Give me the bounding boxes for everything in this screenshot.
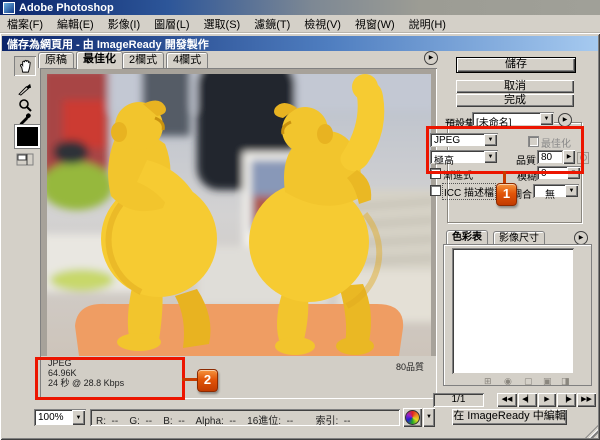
dialog-title: 儲存為網頁用 - 由 ImageReady 開發製作 [2,36,209,52]
chevron-down-icon[interactable]: ▼ [72,410,85,425]
frame-indicator: 1/1 [433,393,484,407]
last-frame-button[interactable]: ▶▶ [577,393,596,407]
menu-help[interactable]: 說明(H) [402,16,453,32]
color-table-area[interactable] [452,248,574,374]
delete-color-icon[interactable]: ◨ [561,376,570,387]
slices-visibility-icon [16,153,34,166]
tab-optimized[interactable]: 最佳化 [76,51,123,69]
menu-select[interactable]: 選取(S) [197,16,248,32]
menu-image[interactable]: 影像(I) [101,16,147,32]
panel-menu-arrow-icon: ▶ [579,235,584,241]
tab-original[interactable]: 原稿 [38,52,74,68]
browser-select-icon[interactable]: ▼ [423,408,435,427]
menu-edit[interactable]: 編輯(E) [50,16,101,32]
chevron-down-icon[interactable]: ▼ [565,185,578,197]
photoshop-app-icon [3,2,15,14]
edit-in-imageready-button[interactable]: 在 ImageReady 中編輯 [452,409,567,425]
highlight-box-2 [35,357,185,400]
preset-select[interactable]: [未命名] ▼ [472,112,554,126]
tab-color-table[interactable]: 色彩表 [446,230,488,245]
chevron-down-icon[interactable]: ▼ [540,113,553,125]
new-color-icon[interactable]: ▣ [543,376,552,387]
color-table-menu-icon[interactable]: ▶ [574,231,588,245]
preview-photo[interactable] [47,74,431,356]
add-color-icon[interactable]: ▢ [524,376,533,387]
menubar: 檔案(F) 編輯(E) 影像(I) 圖層(L) 選取(S) 濾鏡(T) 檢視(V… [0,15,600,33]
menu-file[interactable]: 檔案(F) [0,16,50,32]
zoom-level-select[interactable]: 100% ▼ [34,409,86,426]
quality-note: 80品質 [352,360,424,373]
photoshop-window: Adobe Photoshop 檔案(F) 編輯(E) 影像(I) 圖層(L) … [0,0,600,440]
play-button[interactable]: ▶ [538,393,556,407]
zoom-level-value: 100% [38,412,71,423]
settings-menu-icon[interactable]: ▶ [558,113,572,127]
dialog-titlebar[interactable]: 儲存為網頁用 - 由 ImageReady 開發製作 [2,36,598,51]
app-title: Adobe Photoshop [15,2,114,14]
menu-window[interactable]: 視窗(W) [348,16,402,32]
icc-profile-checkbox[interactable] [430,185,441,196]
icc-profile-label: ICC 描述檔 [443,184,495,199]
step-badge-2: 2 [197,369,218,392]
previous-frame-button[interactable]: ◀▏ [518,393,537,407]
slice-select-icon [18,83,33,96]
hand-tool-button[interactable] [14,56,36,76]
panel-menu-arrow-icon: ▶ [429,55,434,61]
color-readout-bar: R: -- G: -- B: -- Alpha: -- 16進位: -- 索引:… [90,409,400,426]
panel-menu-arrow-icon: ▶ [563,117,568,123]
toggle-slices-button[interactable] [14,149,36,169]
done-button[interactable]: 完成 [456,94,574,107]
save-button[interactable]: 儲存 [456,57,576,73]
preview-in-browser-button[interactable] [403,408,422,427]
preview-menu-icon[interactable]: ▶ [424,51,438,65]
snap-web-icon[interactable]: ⊞ [484,376,492,387]
menu-layer[interactable]: 圖層(L) [147,16,196,32]
first-frame-button[interactable]: ◀◀ [497,393,517,407]
lock-color-icon[interactable]: ◉ [504,376,512,387]
connector-2 [182,378,198,381]
hand-icon [18,59,33,74]
menu-view[interactable]: 檢視(V) [297,16,348,32]
cancel-button[interactable]: 取消 [456,80,574,93]
eyedropper-color-swatch[interactable] [15,125,40,148]
tab-2up[interactable]: 2欄式 [122,52,164,68]
next-frame-button[interactable]: ▕▶ [557,393,576,407]
app-titlebar: Adobe Photoshop [0,0,600,15]
matte-value: 無 [545,186,564,201]
browser-globe-icon [405,410,420,425]
tab-4up[interactable]: 4欄式 [166,52,208,68]
sumo-figurines-photo [47,74,431,356]
matte-select[interactable]: 無 ▼ [533,184,579,198]
color-readout-text: R: -- G: -- B: -- Alpha: -- 16進位: -- 索引:… [96,412,350,427]
highlight-box-1 [426,126,584,174]
menu-filter[interactable]: 濾鏡(T) [247,16,297,32]
step-badge-1: 1 [496,183,517,206]
